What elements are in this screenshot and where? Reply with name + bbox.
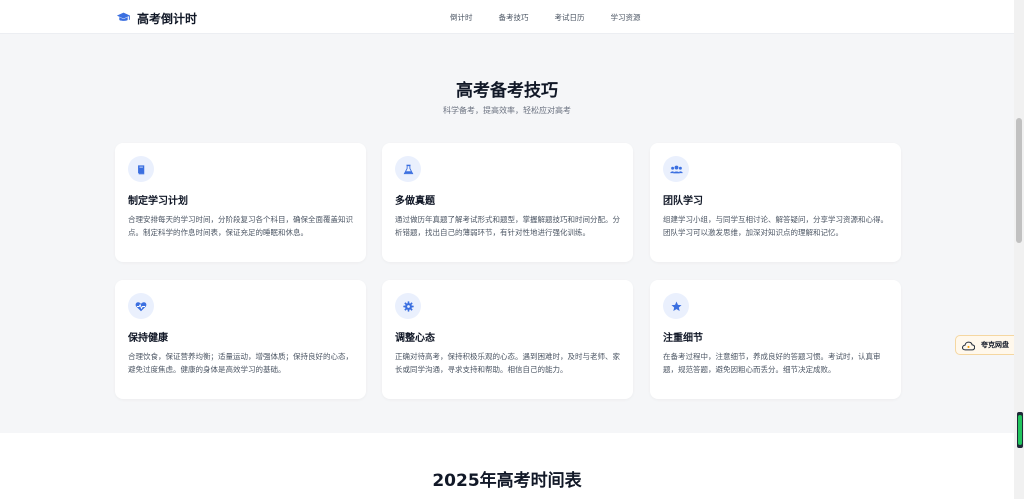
card-title: 注重细节	[663, 333, 703, 344]
card-description: 在备考过程中，注意细节，养成良好的答题习惯。考试时，认真审题，规范答题，避免因粗…	[663, 352, 881, 374]
card-title: 保持健康	[128, 333, 168, 344]
card-title: 多做真题	[395, 196, 435, 207]
top-navbar: 高考倒计时 倒计时 备考技巧 考试日历 学习资源	[0, 0, 1014, 34]
tip-card-past-exams: 多做真题 通过做历年真题了解考试形式和题型，掌握解题技巧和时间分配。分析错题，找…	[382, 143, 633, 262]
nav-link-calendar[interactable]: 考试日历	[555, 12, 585, 23]
gear-icon	[395, 293, 421, 319]
flask-icon	[395, 156, 421, 182]
nav-link-countdown[interactable]: 倒计时	[450, 12, 473, 23]
card-description: 组建学习小组，与同学互相讨论、解答疑问，分享学习资源和心得。团队学习可以激发思维…	[663, 215, 888, 237]
nav-links: 倒计时 备考技巧 考试日历 学习资源	[450, 12, 667, 23]
card-description: 正确对待高考，保持积极乐观的心态。遇到困难时，及时与老师、家长或同学沟通，寻求支…	[395, 352, 620, 374]
tip-card-group-study: 团队学习 组建学习小组，与同学互相讨论、解答疑问，分享学习资源和心得。团队学习可…	[650, 143, 901, 262]
cloud-icon	[961, 336, 976, 355]
graduation-cap-icon	[116, 9, 131, 28]
side-panel-indicator	[1018, 415, 1022, 445]
side-panel-tab[interactable]	[1017, 412, 1023, 448]
card-description: 合理安排每天的学习时间，分阶段复习各个科目，确保全面覆盖知识点。制定科学的作息时…	[128, 215, 353, 237]
nav-link-resources[interactable]: 学习资源	[611, 12, 641, 23]
card-description: 合理饮食，保证营养均衡；适量运动，增强体质；保持良好的心态，避免过度焦虑。健康的…	[128, 352, 353, 374]
book-icon	[128, 156, 154, 182]
cloud-drive-widget[interactable]: 夸克网盘	[955, 335, 1021, 355]
users-icon	[663, 156, 689, 182]
tips-section-subtitle: 科学备考，提高效率，轻松应对高考	[443, 106, 571, 115]
card-title: 团队学习	[663, 196, 703, 207]
brand-title: 高考倒计时	[137, 12, 198, 26]
heart-pulse-icon	[128, 293, 154, 319]
star-icon	[663, 293, 689, 319]
tip-card-health: 保持健康 合理饮食，保证营养均衡；适量运动，增强体质；保持良好的心态，避免过度焦…	[115, 280, 366, 399]
tips-section-title: 高考备考技巧	[456, 81, 558, 101]
card-title: 制定学习计划	[128, 196, 188, 207]
timetable-title: 2025年高考时间表	[432, 471, 582, 491]
scrollbar-thumb[interactable]	[1016, 118, 1022, 243]
card-title: 调整心态	[395, 333, 435, 344]
tip-card-details: 注重细节 在备考过程中，注意细节，养成良好的答题习惯。考试时，认真审题，规范答题…	[650, 280, 901, 399]
nav-link-tips[interactable]: 备考技巧	[499, 12, 529, 23]
tip-card-mindset: 调整心态 正确对待高考，保持积极乐观的心态。遇到困难时，及时与老师、家长或同学沟…	[382, 280, 633, 399]
brand-logo[interactable]: 高考倒计时	[116, 9, 197, 28]
card-description: 通过做历年真题了解考试形式和题型，掌握解题技巧和时间分配。分析错题，找出自己的薄…	[395, 215, 620, 237]
cloud-drive-label: 夸克网盘	[981, 341, 1009, 349]
tip-card-study-plan: 制定学习计划 合理安排每天的学习时间，分阶段复习各个科目，确保全面覆盖知识点。制…	[115, 143, 366, 262]
